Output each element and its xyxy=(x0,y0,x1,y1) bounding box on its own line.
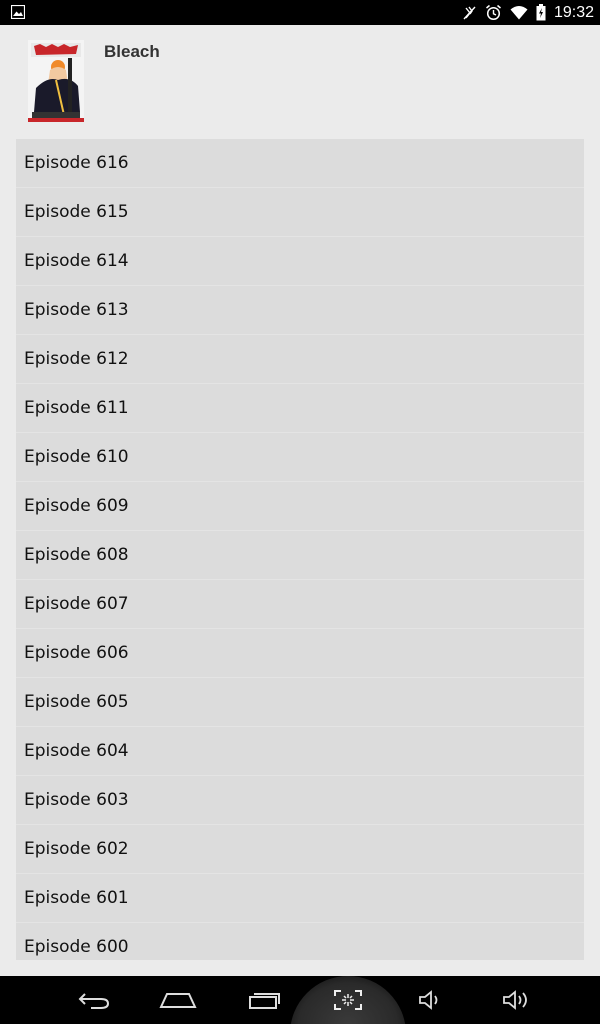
list-item[interactable]: Episode 612 xyxy=(16,335,584,384)
list-item[interactable]: Episode 616 xyxy=(16,139,584,188)
wifi-icon xyxy=(510,6,528,20)
mute-icon xyxy=(463,6,476,19)
list-item[interactable]: Episode 607 xyxy=(16,580,584,629)
status-bar: 19:32 xyxy=(0,0,600,25)
list-item[interactable]: Episode 614 xyxy=(16,237,584,286)
volume-down-icon xyxy=(419,990,438,1010)
manga-cover-image xyxy=(28,40,84,122)
list-item[interactable]: Episode 608 xyxy=(16,531,584,580)
list-item[interactable]: Episode 601 xyxy=(16,874,584,923)
back-button[interactable] xyxy=(72,976,116,1024)
volume-down-button[interactable] xyxy=(410,976,450,1024)
list-item[interactable]: Episode 615 xyxy=(16,188,584,237)
home-button[interactable] xyxy=(156,976,200,1024)
list-item[interactable]: Episode 609 xyxy=(16,482,584,531)
series-title: Bleach xyxy=(104,42,160,61)
recents-icon xyxy=(249,993,280,1009)
volume-up-icon xyxy=(503,990,527,1010)
battery-icon xyxy=(536,4,546,21)
episode-list[interactable]: Episode 616 Episode 615 Episode 614 Epis… xyxy=(16,139,584,960)
home-icon xyxy=(159,993,197,1008)
list-item[interactable]: Episode 605 xyxy=(16,678,584,727)
volume-up-button[interactable] xyxy=(496,976,536,1024)
list-item[interactable]: Episode 613 xyxy=(16,286,584,335)
list-item[interactable]: Episode 606 xyxy=(16,629,584,678)
alarm-icon xyxy=(485,4,501,21)
status-icons: 19:32 xyxy=(461,0,594,25)
image-notification-icon xyxy=(11,5,25,19)
screenshot-button[interactable] xyxy=(326,976,370,1024)
navigation-bar xyxy=(0,976,600,1024)
screenshot-icon xyxy=(334,990,362,1010)
series-header: Bleach xyxy=(0,25,600,139)
list-item[interactable]: Episode 600 xyxy=(16,923,584,960)
recents-button[interactable] xyxy=(242,976,286,1024)
list-item[interactable]: Episode 602 xyxy=(16,825,584,874)
list-item[interactable]: Episode 603 xyxy=(16,776,584,825)
list-item[interactable]: Episode 604 xyxy=(16,727,584,776)
status-clock: 19:32 xyxy=(553,4,594,21)
list-item[interactable]: Episode 611 xyxy=(16,384,584,433)
list-item[interactable]: Episode 610 xyxy=(16,433,584,482)
back-icon xyxy=(78,993,110,1009)
